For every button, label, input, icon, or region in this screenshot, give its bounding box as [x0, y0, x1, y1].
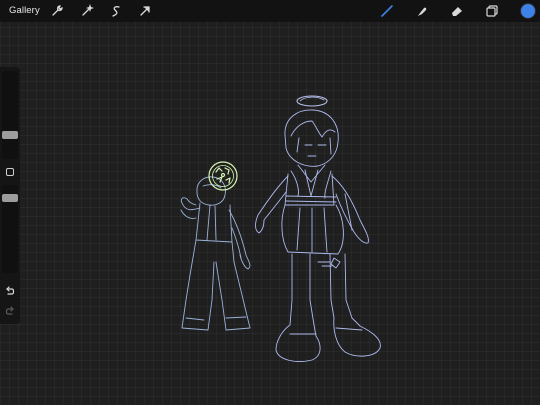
- gallery-button[interactable]: Gallery: [9, 4, 40, 18]
- transform-arrow-icon[interactable]: [137, 3, 153, 19]
- redo-icon[interactable]: [4, 305, 16, 317]
- color-picker-swatch[interactable]: [521, 4, 535, 18]
- tall-character-sketch: [255, 95, 381, 362]
- opacity-thumb[interactable]: [2, 194, 18, 202]
- sketch-artwork: [180, 95, 381, 362]
- actions-wrench-icon[interactable]: [49, 3, 65, 19]
- side-toolbar: [0, 67, 20, 324]
- layers-icon[interactable]: [484, 3, 500, 19]
- top-toolbar: Gallery: [0, 0, 540, 22]
- eraser-icon[interactable]: [449, 3, 465, 19]
- brush-size-thumb[interactable]: [2, 131, 18, 139]
- smudge-icon[interactable]: [414, 3, 430, 19]
- brush-size-slider[interactable]: [2, 71, 18, 159]
- selection-icon[interactable]: [108, 3, 124, 19]
- modify-button[interactable]: [6, 168, 14, 176]
- circle-badge-sketch: [208, 161, 238, 191]
- brush-icon[interactable]: [379, 3, 395, 19]
- adjustments-wand-icon[interactable]: [79, 3, 95, 19]
- small-character-sketch: [180, 176, 251, 331]
- undo-icon[interactable]: [4, 285, 16, 297]
